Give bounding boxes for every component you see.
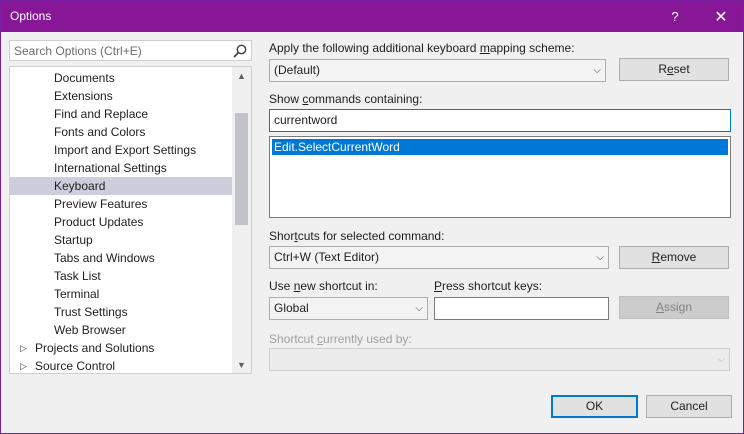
tree-item-label: Extensions [54,89,113,103]
use-shortcut-value: Global [274,301,309,315]
tree-items: Documents Extensions Find and Replace Fonts… [10,69,232,373]
tree-item[interactable]: Task List [10,267,232,285]
close-button[interactable]: ✕ [701,1,741,32]
mapping-scheme-value: (Default) [274,63,321,77]
scroll-down-icon[interactable]: ▼ [232,356,251,373]
expand-arrow-icon[interactable]: ▷ [20,339,27,357]
press-keys-label: Press shortcut keys: [434,279,543,293]
tree-item[interactable]: ▷ Source Control [10,357,232,373]
search-options-input[interactable] [10,41,230,60]
tree-item[interactable]: Tabs and Windows [10,249,232,267]
reset-button[interactable]: Reset [619,58,729,81]
tree-item-label: Projects and Solutions [35,341,155,355]
tree-item[interactable]: Documents [10,69,232,87]
scroll-up-icon[interactable]: ▲ [232,67,251,84]
tree-item[interactable]: Import and Export Settings [10,141,232,159]
show-commands-input[interactable]: currentword [269,109,731,132]
tree-item[interactable]: Terminal [10,285,232,303]
show-commands-label: Show commands containing: [269,92,423,106]
tree-item-label: Tabs and Windows [54,251,155,265]
assign-button[interactable]: Assign [619,296,729,319]
chevron-down-icon: ⌵ [415,303,423,314]
tree-item[interactable]: International Settings [10,159,232,177]
tree-item[interactable]: Startup [10,231,232,249]
press-keys-input[interactable] [434,297,609,320]
cancel-button[interactable]: Cancel [646,395,732,418]
used-by-label: Shortcut currently used by: [269,332,412,346]
shortcuts-select[interactable]: Ctrl+W (Text Editor) ⌵ [269,246,609,269]
use-shortcut-select[interactable]: Global ⌵ [269,297,428,320]
expand-arrow-icon[interactable]: ▷ [20,357,27,373]
options-tree: Documents Extensions Find and Replace Fonts… [9,66,252,374]
tree-item[interactable]: Extensions [10,87,232,105]
tree-item[interactable]: Fonts and Colors [10,123,232,141]
shortcuts-value: Ctrl+W (Text Editor) [274,250,380,264]
tree-item-label: International Settings [54,161,167,175]
tree-item-label: Startup [54,233,93,247]
used-by-select[interactable]: ⌵ [269,348,730,371]
chevron-down-icon: ⌵ [593,65,601,76]
chevron-down-icon: ⌵ [596,252,604,263]
use-shortcut-label: Use new shortcut in: [269,279,378,293]
search-options-box [9,40,252,61]
tree-item-label: Find and Replace [54,107,149,121]
tree-item-label: Source Control [35,359,116,373]
commands-list[interactable]: Edit.SelectCurrentWord [269,136,731,218]
tree-item[interactable]: Find and Replace [10,105,232,123]
search-icon[interactable] [232,43,248,59]
tree-item[interactable]: Web Browser [10,321,232,339]
tree-item[interactable]: Preview Features [10,195,232,213]
tree-item-label: Keyboard [54,179,106,193]
remove-button[interactable]: Remove [619,246,729,269]
shortcuts-label: Shortcuts for selected command: [269,229,445,243]
title-bar: Options ? ✕ [1,1,743,32]
tree-item-label: Product Updates [54,215,144,229]
help-button[interactable]: ? [655,1,695,32]
tree-item-label: Web Browser [54,323,126,337]
tree-item-label: Task List [54,269,101,283]
tree-item[interactable]: ▷ Projects and Solutions [10,339,232,357]
tree-item-label: Documents [54,71,115,85]
tree-item-label: Trust Settings [54,305,128,319]
window-title: Options [10,9,52,23]
tree-item-label: Terminal [54,287,100,301]
tree-item[interactable]: Trust Settings [10,303,232,321]
chevron-down-icon: ⌵ [717,354,725,365]
tree-item-label: Fonts and Colors [54,125,146,139]
tree-item[interactable]: Keyboard [10,177,232,195]
tree-item[interactable]: Product Updates [10,213,232,231]
scroll-thumb[interactable] [235,113,248,225]
tree-scrollbar[interactable]: ▲ ▼ [232,67,251,373]
tree-item-label: Import and Export Settings [54,143,197,157]
mapping-scheme-label: Apply the following additional keyboard … [269,41,575,55]
mapping-scheme-select[interactable]: (Default) ⌵ [269,59,606,82]
options-dialog: Options ? ✕ Documents Extensions Find and … [0,0,744,434]
ok-button[interactable]: OK [551,395,638,418]
tree-item-label: Preview Features [54,197,148,211]
command-item-selected[interactable]: Edit.SelectCurrentWord [272,139,728,155]
